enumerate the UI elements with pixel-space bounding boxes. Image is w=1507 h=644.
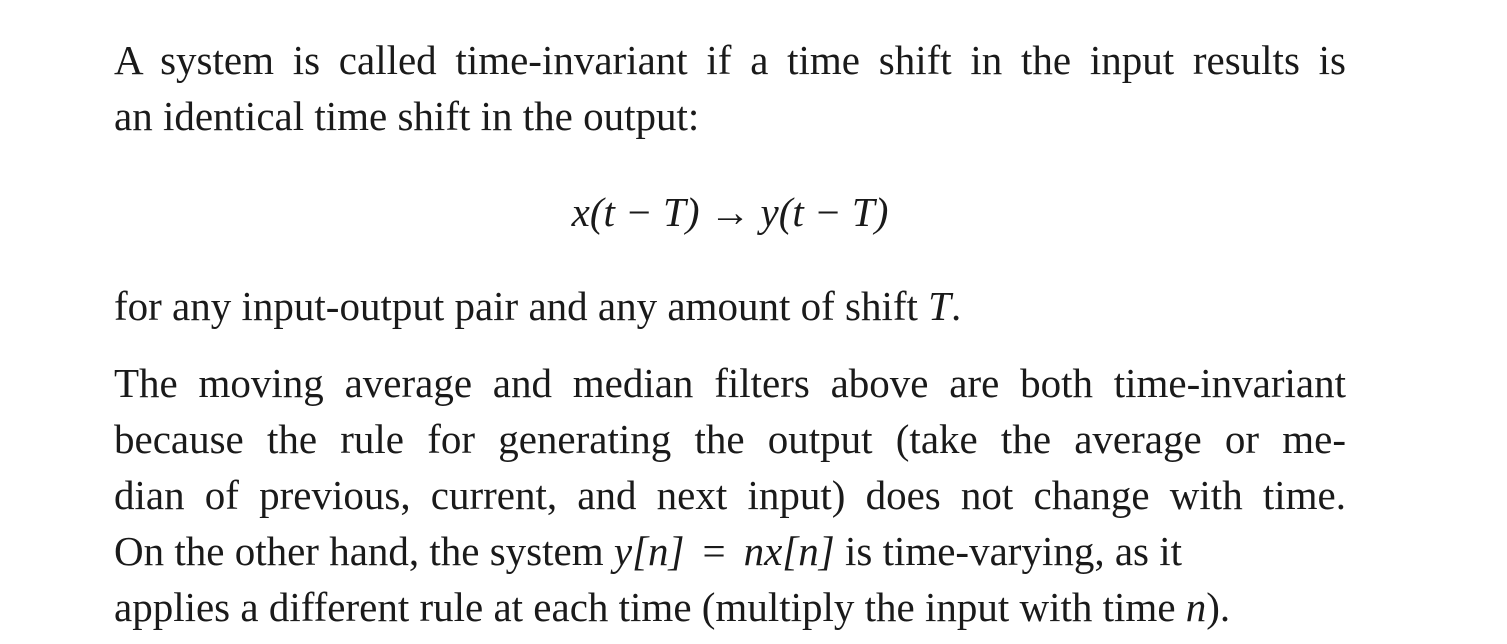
equation-arrow: →	[709, 189, 751, 235]
equation-rhs-variable: y	[760, 189, 779, 235]
equation-rhs-argument: (t − T)	[778, 189, 889, 235]
system-rhs: nx[n]	[743, 528, 835, 574]
definition-line-1: A system is called time-invariant if a t…	[114, 37, 1346, 83]
post-equation-period: .	[950, 283, 962, 329]
paragraph-line-5: applies a different rule at each time (m…	[114, 579, 1230, 635]
paragraph-line-4-end: is time-varying, as it	[834, 528, 1183, 574]
paragraph-line-2: because the rule for generating the outp…	[114, 416, 1346, 462]
definition-line-2: an identical time shift in the output:	[114, 93, 700, 139]
time-variable: n	[1185, 584, 1207, 630]
post-equation-text: for any input-output pair and any amount…	[114, 283, 929, 329]
paragraph-line-5-end: ).	[1206, 584, 1231, 630]
paragraph-line-5-start: applies a different rule at each time (m…	[114, 584, 1186, 630]
shift-variable: T	[928, 283, 951, 329]
paragraph-line-4-start: On the other hand, the system	[114, 528, 614, 574]
system-equals: =	[702, 528, 726, 574]
paragraph-line-3: dian of previous, current, and next inpu…	[114, 472, 1346, 518]
paragraph-line-1: The moving average and median filters ab…	[114, 360, 1346, 406]
system-lhs: y[n]	[613, 528, 685, 574]
post-equation-line: for any input-output pair and any amount…	[114, 278, 961, 334]
equation-lhs-variable: x	[571, 189, 590, 235]
time-shift-equation: x(t − T) → y(t − T)	[114, 184, 1346, 240]
equation-lhs-argument: (t − T)	[589, 189, 700, 235]
paragraph-line-4: On the other hand, the system y[n] = nx[n]…	[114, 523, 1182, 579]
